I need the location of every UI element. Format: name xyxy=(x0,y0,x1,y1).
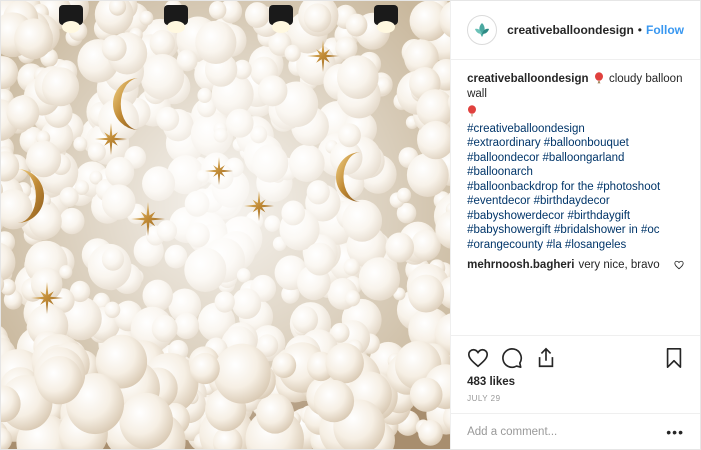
hashtag-line[interactable]: #balloondecor #balloongarland #balloonar… xyxy=(467,151,684,180)
hashtag-line[interactable]: #extraordinary #balloonbouquet xyxy=(467,136,684,151)
likes-count[interactable]: 483 likes xyxy=(467,376,684,388)
add-comment-bar: ••• xyxy=(451,413,700,449)
comment-bubble-icon xyxy=(502,348,523,369)
balloon-icon-line xyxy=(467,105,684,122)
avatar[interactable] xyxy=(467,15,498,45)
balloon-wall-image xyxy=(1,1,451,449)
hashtag-line[interactable]: #orangecounty #la #losangeles xyxy=(467,238,684,253)
comment-input[interactable] xyxy=(467,425,667,438)
post-date: JULY 29 xyxy=(467,394,501,403)
hashtag-line[interactable]: #creativeballoondesign xyxy=(467,122,684,137)
spotlight-lens xyxy=(62,21,80,33)
action-bar: 483 likes JULY 29 xyxy=(451,335,700,413)
small-heart-icon[interactable] xyxy=(674,260,684,270)
balloon xyxy=(409,377,443,412)
balloon xyxy=(256,393,295,434)
balloon xyxy=(36,355,83,405)
follow-button[interactable]: Follow xyxy=(646,23,684,37)
hashtag-line[interactable]: #balloonbackdrop for the #photoshoot xyxy=(467,180,684,195)
instagram-post: creativeballoondesign • Follow creativeb… xyxy=(0,0,701,450)
balloon xyxy=(313,379,355,423)
share-icon xyxy=(538,347,554,368)
hashtag-line[interactable]: #babyshowerdecor #birthdaygift xyxy=(467,209,684,224)
spotlight-lens xyxy=(167,21,185,33)
balloon xyxy=(272,352,297,378)
balloon-icon xyxy=(594,72,603,84)
bookmark-icon xyxy=(666,348,682,368)
comment-username[interactable]: mehrnoosh.bagheri xyxy=(467,258,574,273)
caption-username[interactable]: creativeballoondesign xyxy=(467,73,588,85)
comment-button[interactable] xyxy=(501,347,523,369)
post-sidebar: creativeballoondesign • Follow creativeb… xyxy=(450,1,700,449)
spotlight-lens xyxy=(272,21,290,33)
save-button[interactable] xyxy=(664,347,684,369)
comment: mehrnoosh.bagheri very nice, bravo xyxy=(467,258,684,273)
heart-icon xyxy=(468,348,489,368)
spotlight-lens xyxy=(377,21,395,33)
header-username[interactable]: creativeballoondesign xyxy=(507,23,634,37)
more-options-icon[interactable]: ••• xyxy=(666,424,684,440)
comment-text: very nice, bravo xyxy=(578,259,660,271)
share-button[interactable] xyxy=(535,347,557,369)
balloon xyxy=(325,342,364,384)
hashtag-line[interactable]: #babyshowergift #bridalshower in #oc xyxy=(467,223,684,238)
leaf-logo-icon xyxy=(475,23,490,37)
like-button[interactable] xyxy=(467,347,489,369)
post-header: creativeballoondesign • Follow xyxy=(451,1,700,60)
caption: creativeballoondesign cloudy balloon wal… xyxy=(467,72,684,252)
post-image[interactable] xyxy=(1,1,451,449)
balloon xyxy=(189,352,220,385)
balloon xyxy=(213,343,271,404)
balloon-icon xyxy=(468,105,477,117)
action-icons xyxy=(467,342,684,374)
separator-dot: • xyxy=(637,23,642,37)
balloon xyxy=(119,392,174,449)
comments-section: creativeballoondesign cloudy balloon wal… xyxy=(451,60,700,335)
hashtag-list: #creativeballoondesign #extraordinary #b… xyxy=(467,122,684,253)
hashtag-line[interactable]: #eventdecor #birthdaydecor xyxy=(467,194,684,209)
